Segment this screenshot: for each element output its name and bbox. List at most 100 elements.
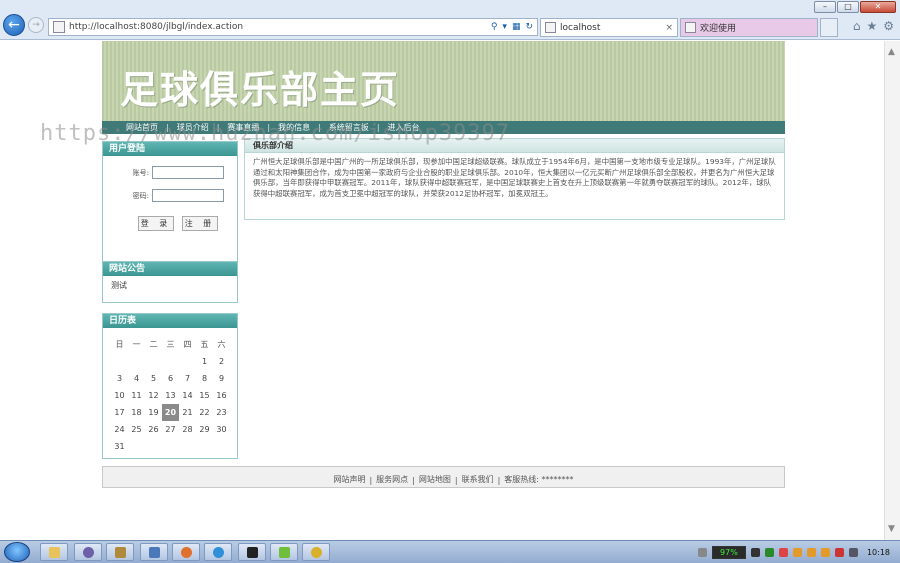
tray-app-icon[interactable] (834, 548, 844, 557)
calendar-day[interactable]: 11 (128, 387, 145, 404)
calendar-day[interactable]: 27 (162, 421, 179, 438)
tray-app-icon[interactable] (778, 548, 788, 557)
calendar-day[interactable]: 31 (111, 438, 128, 455)
calendar-day[interactable]: 10 (111, 387, 128, 404)
calendar-week-row: 12 (111, 353, 230, 370)
calendar-day[interactable]: 18 (128, 404, 145, 421)
taskbar-app-green[interactable] (270, 543, 298, 561)
address-url[interactable]: http://localhost:8080/jlbgl/index.action (69, 22, 491, 32)
tab-welcome[interactable]: 欢迎使用 (680, 18, 818, 37)
calendar-week-row: 17 18 19 20 21 22 23 (111, 404, 230, 421)
calendar-day[interactable]: 17 (111, 404, 128, 421)
taskbar-firefox[interactable] (172, 543, 200, 561)
footer-link-sitemap[interactable]: 网站地图 (419, 474, 451, 485)
vertical-scrollbar[interactable]: ▲ ▼ (884, 41, 900, 540)
calendar-day[interactable]: 25 (128, 421, 145, 438)
calendar-day[interactable]: 24 (111, 421, 128, 438)
calendar-weekday: 三 (166, 340, 175, 349)
qq-icon[interactable] (806, 548, 816, 557)
footer-link-contact[interactable]: 联系我们 (462, 474, 494, 485)
calendar-day[interactable]: 28 (179, 421, 196, 438)
taskbar: 97% 10:18 (0, 540, 900, 563)
taskbar-explorer[interactable] (40, 543, 68, 561)
close-button[interactable]: ✕ (860, 1, 896, 13)
maximize-button[interactable]: □ (837, 1, 859, 13)
tray-app-icon[interactable] (764, 548, 774, 557)
calendar-day[interactable]: 26 (145, 421, 162, 438)
close-tab-icon[interactable]: × (665, 23, 673, 33)
calendar-day[interactable]: 12 (145, 387, 162, 404)
footer-link-service[interactable]: 服务网点 (376, 474, 408, 485)
calendar-empty-cell (162, 353, 179, 370)
compat-view-icon[interactable]: ▦ (512, 22, 521, 32)
account-input[interactable] (152, 166, 224, 179)
club-intro-panel: 俱乐部介绍 广州恒大足球俱乐部是中国广州的一所足球俱乐部，现参加中国足球超级联赛… (244, 138, 785, 220)
calendar-day[interactable]: 29 (196, 421, 213, 438)
footer-link-statement[interactable]: 网站声明 (333, 474, 365, 485)
gear-icon[interactable]: ⚙ (883, 19, 894, 33)
refresh-icon[interactable]: ↻ (525, 22, 533, 32)
forward-button[interactable]: → (28, 17, 44, 33)
calendar-day[interactable]: 20 (162, 404, 179, 421)
minimize-button[interactable]: – (814, 1, 836, 13)
tray-app-icon[interactable] (750, 548, 760, 557)
new-tab-button[interactable] (820, 18, 838, 37)
calendar-day[interactable]: 5 (145, 370, 162, 387)
calendar-day[interactable]: 6 (162, 370, 179, 387)
calendar-day[interactable]: 14 (179, 387, 196, 404)
taskbar-app-yellow[interactable] (302, 543, 330, 561)
calendar-empty-cell (145, 438, 162, 455)
qq-icon[interactable] (820, 548, 830, 557)
calendar-day[interactable]: 1 (196, 353, 213, 370)
taskbar-media[interactable] (74, 543, 102, 561)
calendar-day[interactable]: 13 (162, 387, 179, 404)
calendar-day[interactable]: 22 (196, 404, 213, 421)
battery-indicator[interactable]: 97% (711, 546, 746, 559)
login-button[interactable]: 登 录 (138, 216, 174, 231)
calendar-day[interactable]: 8 (196, 370, 213, 387)
calendar-weekday: 四 (183, 340, 192, 349)
keyboard-icon[interactable] (697, 548, 707, 557)
footer-separator: | (412, 476, 415, 485)
calendar-day[interactable]: 3 (111, 370, 128, 387)
calendar-day[interactable]: 16 (213, 387, 230, 404)
taskbar-network[interactable] (140, 543, 168, 561)
calendar-panel-title: 日历表 (103, 314, 237, 328)
qq-icon[interactable] (792, 548, 802, 557)
folder-icon (49, 547, 60, 558)
favorites-star-icon[interactable]: ★ (866, 19, 877, 33)
calendar-day[interactable]: 4 (128, 370, 145, 387)
clock[interactable]: 10:18 (867, 548, 890, 557)
notice-text[interactable]: 测试 (103, 276, 237, 295)
calendar-day[interactable]: 7 (179, 370, 196, 387)
forward-arrow-icon: → (32, 20, 40, 30)
taskbar-terminal[interactable] (238, 543, 266, 561)
club-intro-text: 广州恒大足球俱乐部是中国广州的一所足球俱乐部，现参加中国足球超级联赛。球队成立于… (253, 157, 776, 198)
calendar-day[interactable]: 30 (213, 421, 230, 438)
dropdown-icon[interactable]: ▾ (502, 22, 507, 32)
footer-separator: | (369, 476, 373, 485)
back-button[interactable]: ← (3, 14, 25, 36)
calendar-day[interactable]: 23 (213, 404, 230, 421)
address-bar[interactable]: http://localhost:8080/jlbgl/index.action… (48, 18, 538, 36)
calendar-day[interactable]: 19 (145, 404, 162, 421)
register-button[interactable]: 注 册 (182, 216, 218, 231)
search-icon[interactable]: ⚲ (491, 22, 498, 32)
start-button[interactable] (4, 542, 30, 562)
taskbar-archive[interactable] (106, 543, 134, 561)
taskbar-ie[interactable] (204, 543, 232, 561)
tab-localhost[interactable]: localhost × (540, 18, 678, 37)
scroll-down-icon[interactable]: ▼ (888, 524, 895, 534)
ie-icon (213, 547, 224, 558)
site-footer: 网站声明 | 服务网点 | 网站地图 | 联系我们 | 客服热线: ******** (102, 466, 785, 488)
calendar-empty-cell (128, 353, 145, 370)
home-icon[interactable]: ⌂ (853, 19, 861, 33)
scroll-up-icon[interactable]: ▲ (888, 47, 895, 57)
calendar-day[interactable]: 9 (213, 370, 230, 387)
volume-icon[interactable] (848, 548, 858, 557)
calendar-day[interactable]: 21 (179, 404, 196, 421)
calendar-day[interactable]: 2 (213, 353, 230, 370)
password-input[interactable] (152, 189, 224, 202)
tab-favicon-icon (545, 22, 556, 33)
calendar-day[interactable]: 15 (196, 387, 213, 404)
